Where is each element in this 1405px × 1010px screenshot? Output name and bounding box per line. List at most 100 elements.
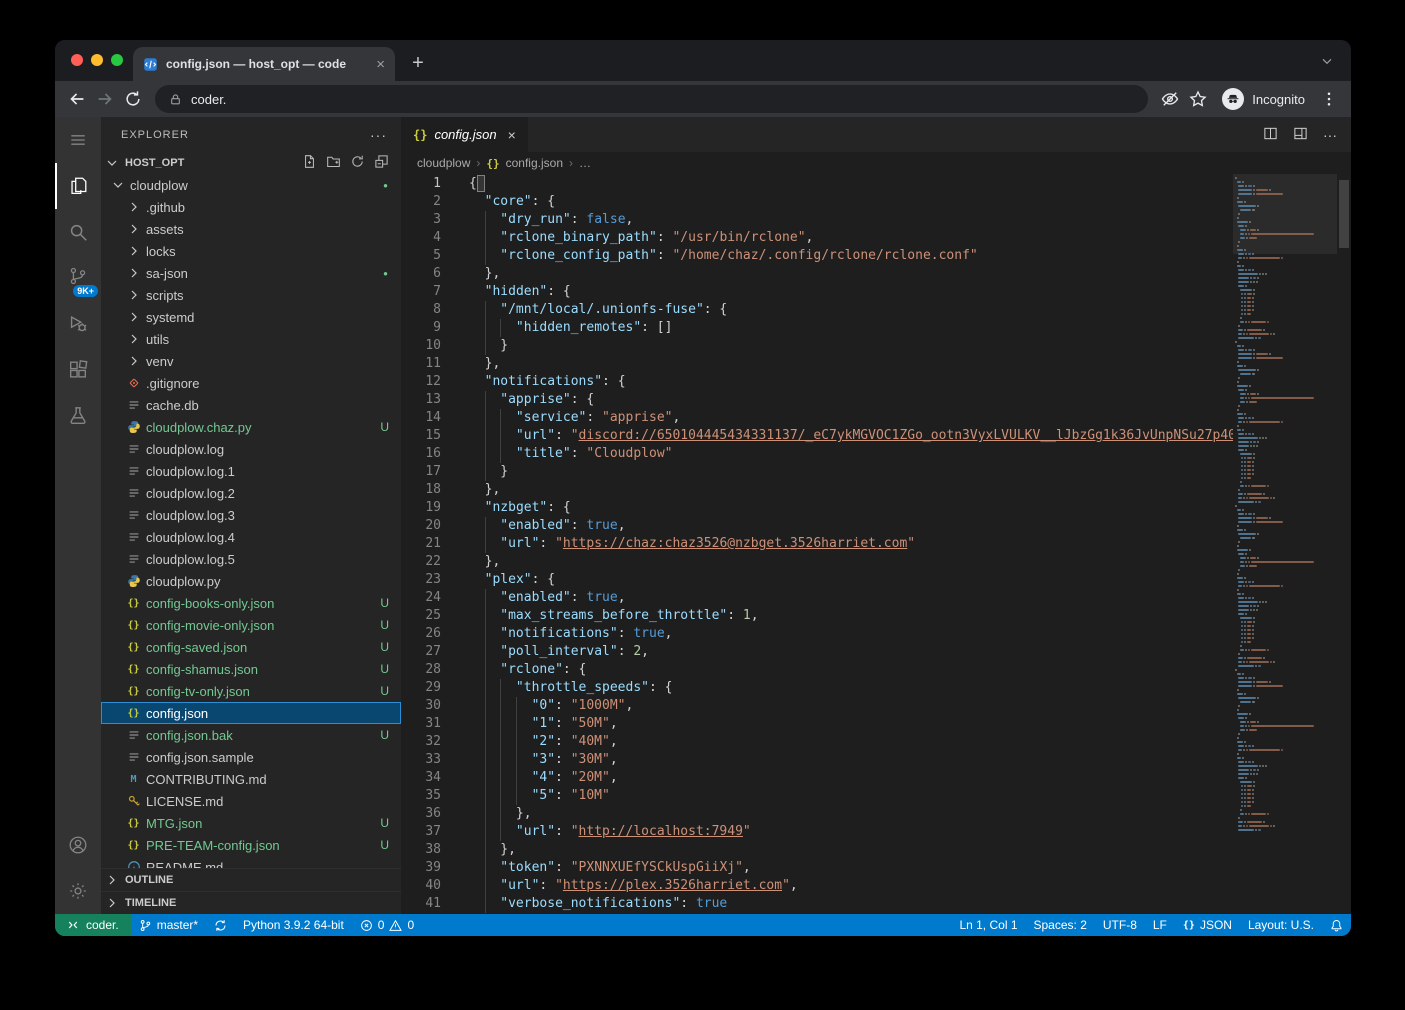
tree-folder-cloudplow[interactable]: cloudplow● (101, 174, 401, 196)
code-line-17[interactable]: 17} (401, 463, 1233, 481)
code-line-5[interactable]: 5"rclone_config_path": "/home/chaz/.conf… (401, 247, 1233, 265)
scrollbar-thumb[interactable] (1339, 180, 1349, 248)
code-line-10[interactable]: 10} (401, 337, 1233, 355)
account-icon[interactable] (55, 822, 101, 868)
code-line-1[interactable]: 1{ (401, 175, 1233, 193)
zoom-window-button[interactable] (111, 54, 123, 66)
code-line-38[interactable]: 38}, (401, 841, 1233, 859)
indentation-indicator[interactable]: Spaces: 2 (1026, 914, 1095, 936)
code-line-19[interactable]: 19"nzbget": { (401, 499, 1233, 517)
code-line-35[interactable]: 35"5": "10M" (401, 787, 1233, 805)
code-line-16[interactable]: 16"title": "Cloudplow" (401, 445, 1233, 463)
notifications-bell[interactable] (1322, 914, 1351, 936)
code-line-41[interactable]: 41"verbose_notifications": true (401, 895, 1233, 913)
code-line-30[interactable]: 30"0": "1000M", (401, 697, 1233, 715)
breadcrumb-folder[interactable]: cloudplow (417, 156, 470, 170)
new-file-icon[interactable] (302, 154, 317, 172)
browser-menu-icon[interactable] (1315, 85, 1343, 113)
browser-tab[interactable]: config.json — host_opt — code × (133, 47, 395, 81)
code-line-25[interactable]: 25"max_streams_before_throttle": 1, (401, 607, 1233, 625)
tree-file-license.md[interactable]: LICENSE.md (101, 790, 401, 812)
code-line-18[interactable]: 18}, (401, 481, 1233, 499)
language-mode-indicator[interactable]: {} JSON (1175, 914, 1240, 936)
tab-search-chevron-icon[interactable] (1319, 53, 1335, 74)
forward-button[interactable] (91, 85, 119, 113)
git-branch-indicator[interactable]: master* (131, 914, 206, 936)
code-line-23[interactable]: 23"plex": { (401, 571, 1233, 589)
code-editor[interactable]: 1{2"core": {3"dry_run": false,4"rclone_b… (401, 174, 1233, 914)
tree-file-cloudplow.log.2[interactable]: cloudplow.log.2 (101, 482, 401, 504)
tree-folder-scripts[interactable]: scripts (101, 284, 401, 306)
tree-file-cloudplow.log.5[interactable]: cloudplow.log.5 (101, 548, 401, 570)
code-line-2[interactable]: 2"core": { (401, 193, 1233, 211)
code-line-15[interactable]: 15"url": "discord://650104445434331137/_… (401, 427, 1233, 445)
new-tab-button[interactable]: + (405, 50, 431, 76)
python-interpreter-indicator[interactable]: Python 3.9.2 64-bit (235, 914, 352, 936)
tree-file-cloudplow.log.3[interactable]: cloudplow.log.3 (101, 504, 401, 526)
run-debug-icon[interactable] (55, 301, 101, 347)
code-line-6[interactable]: 6}, (401, 265, 1233, 283)
tree-file-pre-team-config.json[interactable]: {}PRE-TEAM-config.jsonU (101, 834, 401, 856)
tree-file-contributing.md[interactable]: MCONTRIBUTING.md (101, 768, 401, 790)
code-line-34[interactable]: 34"4": "20M", (401, 769, 1233, 787)
tree-file-config.json.sample[interactable]: config.json.sample (101, 746, 401, 768)
minimize-window-button[interactable] (91, 54, 103, 66)
code-line-21[interactable]: 21"url": "https://chaz:chaz3526@nzbget.3… (401, 535, 1233, 553)
problems-indicator[interactable]: 0 0 (352, 914, 422, 936)
eye-off-icon[interactable] (1156, 85, 1184, 113)
code-line-40[interactable]: 40"url": "https://plex.3526harriet.com", (401, 877, 1233, 895)
code-line-39[interactable]: 39"token": "PXNNXUEfYSCkUspGiiXj", (401, 859, 1233, 877)
tree-folder-sa-json[interactable]: sa-json● (101, 262, 401, 284)
minimap[interactable] (1233, 174, 1337, 914)
refresh-explorer-icon[interactable] (350, 154, 365, 172)
code-line-8[interactable]: 8"/mnt/local/.unionfs-fuse": { (401, 301, 1233, 319)
reload-button[interactable] (119, 85, 147, 113)
tree-file-mtg.json[interactable]: {}MTG.jsonU (101, 812, 401, 834)
code-line-4[interactable]: 4"rclone_binary_path": "/usr/bin/rclone"… (401, 229, 1233, 247)
code-line-14[interactable]: 14"service": "apprise", (401, 409, 1233, 427)
close-window-button[interactable] (71, 54, 83, 66)
code-line-32[interactable]: 32"2": "40M", (401, 733, 1233, 751)
tree-file-config-saved.json[interactable]: {}config-saved.jsonU (101, 636, 401, 658)
code-line-3[interactable]: 3"dry_run": false, (401, 211, 1233, 229)
code-line-27[interactable]: 27"poll_interval": 2, (401, 643, 1233, 661)
application-menu-icon[interactable] (55, 117, 101, 163)
tree-file-cloudplow.chaz.py[interactable]: cloudplow.chaz.pyU (101, 416, 401, 438)
editor-tab-config-json[interactable]: {} config.json × (401, 117, 528, 152)
timeline-section[interactable]: TIMELINE (101, 891, 401, 914)
remote-indicator[interactable]: coder. (55, 914, 131, 936)
settings-gear-icon[interactable] (55, 868, 101, 914)
workspace-section-header[interactable]: HOST_OPT (101, 152, 401, 174)
explorer-more-icon[interactable]: ··· (370, 127, 387, 143)
sync-button[interactable] (206, 914, 235, 936)
encoding-indicator[interactable]: UTF-8 (1095, 914, 1145, 936)
code-line-31[interactable]: 31"1": "50M", (401, 715, 1233, 733)
code-line-29[interactable]: 29"throttle_speeds": { (401, 679, 1233, 697)
new-folder-icon[interactable] (326, 154, 341, 172)
back-button[interactable] (63, 85, 91, 113)
editor-scrollbar[interactable] (1337, 174, 1351, 914)
tree-folder-venv[interactable]: venv (101, 350, 401, 372)
tab-close-icon[interactable]: × (376, 57, 385, 72)
code-line-9[interactable]: 9"hidden_remotes": [] (401, 319, 1233, 337)
tree-file-cloudplow.log.1[interactable]: cloudplow.log.1 (101, 460, 401, 482)
tree-folder-assets[interactable]: assets (101, 218, 401, 240)
extensions-icon[interactable] (55, 347, 101, 393)
tree-file-config.json.bak[interactable]: config.json.bakU (101, 724, 401, 746)
code-line-28[interactable]: 28"rclone": { (401, 661, 1233, 679)
breadcrumb-more[interactable]: … (579, 156, 591, 170)
address-bar[interactable]: coder. (155, 85, 1148, 113)
code-line-13[interactable]: 13"apprise": { (401, 391, 1233, 409)
code-line-11[interactable]: 11}, (401, 355, 1233, 373)
search-icon[interactable] (55, 209, 101, 255)
close-editor-icon[interactable]: × (508, 127, 516, 143)
keyboard-layout-indicator[interactable]: Layout: U.S. (1240, 914, 1322, 936)
cursor-position-indicator[interactable]: Ln 1, Col 1 (951, 914, 1025, 936)
code-line-22[interactable]: 22}, (401, 553, 1233, 571)
code-line-7[interactable]: 7"hidden": { (401, 283, 1233, 301)
tree-folder-systemd[interactable]: systemd (101, 306, 401, 328)
tree-file-config-shamus.json[interactable]: {}config-shamus.jsonU (101, 658, 401, 680)
tree-folder-.github[interactable]: .github (101, 196, 401, 218)
editor-more-icon[interactable]: ··· (1323, 127, 1337, 143)
tree-file-cloudplow.log.4[interactable]: cloudplow.log.4 (101, 526, 401, 548)
